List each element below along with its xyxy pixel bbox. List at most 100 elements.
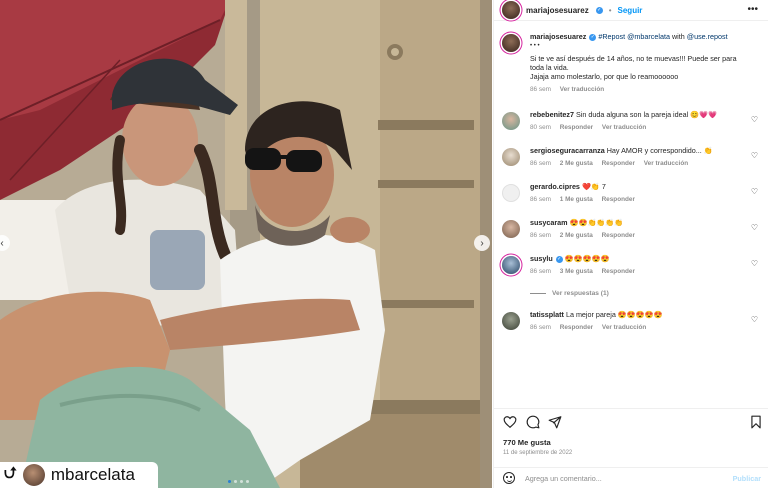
verified-badge-icon: ✓	[555, 255, 563, 263]
post-photo[interactable]: ‹ › ⮍ mbarcelata	[0, 0, 492, 488]
comment-time: 86 sem	[530, 268, 551, 275]
comment-text: 😍😍😍😍😍	[564, 254, 610, 263]
reply-button[interactable]: Responder	[602, 160, 635, 167]
carousel-dots	[228, 480, 249, 483]
comment-body: susylu ✓ 😍😍😍😍😍 86 sem 3 Me gusta Respond…	[530, 254, 752, 276]
comment-username[interactable]: sergioseguracarranza	[530, 146, 605, 155]
caption-meta: 86 sem Ver traducción	[530, 85, 752, 94]
comment-meta: 86 sem 3 Me gusta Responder	[530, 267, 752, 276]
carousel-dot	[246, 480, 249, 483]
comment-avatar[interactable]	[502, 256, 520, 274]
view-replies-label: Ver respuestas (1)	[552, 290, 609, 297]
reply-button[interactable]: Responder	[560, 324, 593, 331]
comment-body: rebebenitez7 Sin duda alguna son la pare…	[530, 110, 752, 132]
comment-text: Hay AMOR y correspondido... 👏	[606, 146, 713, 155]
comment-input[interactable]	[525, 473, 715, 483]
post-header: mariajosesuarez ✓ • Seguir •••	[494, 0, 768, 21]
comment-text: ❤️👏 7	[581, 182, 606, 191]
author-avatar[interactable]	[502, 1, 520, 19]
like-comment-heart-icon[interactable]: ♡	[751, 115, 758, 124]
comment-item: sergioseguracarranza Hay AMOR y correspo…	[502, 146, 764, 178]
carousel-dot-active	[228, 480, 231, 483]
caption-mention-1[interactable]: @mbarcelata	[627, 32, 670, 41]
more-options-icon[interactable]: •••	[747, 4, 758, 15]
caption-body: mariajosesuarez ✓ #Repost @mbarcelata wi…	[530, 32, 752, 94]
share-send-icon[interactable]	[548, 415, 562, 429]
comment-body: gerardo.cipres ❤️👏 7 86 sem 1 Me gusta R…	[530, 182, 752, 204]
comment-item: susycaram 😍😍👏👏👏👏 86 sem 2 Me gusta Respo…	[502, 218, 764, 250]
post-actions: 770 Me gusta 11 de septiembre de 2022	[494, 408, 768, 463]
comments-list[interactable]: mariajosesuarez ✓ #Repost @mbarcelata wi…	[494, 26, 768, 408]
repost-icon: ⮍	[4, 464, 17, 482]
reply-button[interactable]: Responder	[602, 196, 635, 203]
likes-count[interactable]: 770 Me gusta	[503, 438, 551, 447]
comment-username[interactable]: susycaram	[530, 218, 568, 227]
follow-button[interactable]: Seguir	[618, 6, 643, 15]
like-comment-heart-icon[interactable]: ♡	[751, 223, 758, 232]
like-comment-heart-icon[interactable]: ♡	[751, 259, 758, 268]
post-side-panel: mariajosesuarez ✓ • Seguir ••• mariajose…	[493, 0, 768, 488]
comment-username[interactable]: gerardo.cipres	[530, 182, 580, 191]
comment-avatar[interactable]	[502, 220, 520, 238]
comment-time: 80 sem	[530, 124, 551, 131]
caption-avatar[interactable]	[502, 34, 520, 52]
comment-text: La mejor pareja 😍😍😍😍😍	[565, 310, 663, 319]
caption-username[interactable]: mariajosesuarez	[530, 32, 586, 41]
verified-badge-icon: ✓	[589, 33, 597, 41]
comment-meta: 86 sem 2 Me gusta Responder Ver traducci…	[530, 159, 752, 168]
like-comment-heart-icon[interactable]: ♡	[751, 315, 758, 324]
caption: mariajosesuarez ✓ #Repost @mbarcelata wi…	[502, 32, 764, 102]
translate-button[interactable]: Ver traducción	[602, 124, 646, 131]
comment-time: 86 sem	[530, 232, 551, 239]
view-replies-button[interactable]: Ver respuestas (1)	[530, 290, 609, 297]
comment-item: rebebenitez7 Sin duda alguna son la pare…	[502, 110, 764, 142]
photo-illustration	[0, 0, 492, 488]
caption-ellipsis: • • •	[530, 43, 540, 49]
caption-mention-2[interactable]: @use.repost	[687, 32, 728, 41]
comment-bubble-icon[interactable]	[526, 415, 540, 429]
comment-body: tatissplatt La mejor pareja 😍😍😍😍😍 86 sem…	[530, 310, 752, 332]
comment-meta: 80 sem Responder Ver traducción	[530, 123, 752, 132]
comment-body: susycaram 😍😍👏👏👏👏 86 sem 2 Me gusta Respo…	[530, 218, 752, 240]
caption-translate[interactable]: Ver traducción	[560, 86, 604, 93]
comment-username[interactable]: rebebenitez7	[530, 110, 574, 119]
verified-badge-icon: ✓	[595, 6, 603, 14]
next-image-arrow-icon[interactable]: ›	[474, 235, 490, 251]
comment-likes[interactable]: 2 Me gusta	[560, 160, 593, 167]
comment-avatar[interactable]	[502, 184, 520, 202]
repost-overlay: ⮍ mbarcelata	[0, 462, 158, 488]
comment-text: Sin duda alguna son la pareja ideal 😊💗💗	[575, 110, 718, 119]
caption-line-1: Si te ve así después de 14 años, no te m…	[530, 54, 737, 72]
like-heart-icon[interactable]	[503, 415, 517, 429]
add-comment-bar: Publicar	[494, 467, 768, 488]
translate-button[interactable]: Ver traducción	[602, 324, 646, 331]
emoji-icon[interactable]	[503, 472, 515, 484]
comment-body: sergioseguracarranza Hay AMOR y correspo…	[530, 146, 752, 168]
author-username[interactable]: mariajosesuarez	[526, 6, 589, 15]
like-comment-heart-icon[interactable]: ♡	[751, 187, 758, 196]
comment-item: tatissplatt La mejor pareja 😍😍😍😍😍 86 sem…	[502, 310, 764, 342]
comment-username[interactable]: tatissplatt	[530, 310, 564, 319]
reply-button[interactable]: Responder	[560, 124, 593, 131]
publish-button[interactable]: Publicar	[733, 474, 761, 483]
comment-likes[interactable]: 1 Me gusta	[560, 196, 593, 203]
carousel-dot	[234, 480, 237, 483]
translate-button[interactable]: Ver traducción	[644, 160, 688, 167]
comment-likes[interactable]: 2 Me gusta	[560, 232, 593, 239]
comment-avatar[interactable]	[502, 112, 520, 130]
comment-avatar[interactable]	[502, 312, 520, 330]
comment-meta: 86 sem 2 Me gusta Responder	[530, 231, 752, 240]
comment-likes[interactable]: 3 Me gusta	[560, 268, 593, 275]
caption-repost-tag[interactable]: #Repost	[598, 32, 625, 41]
comment-meta: 86 sem 1 Me gusta Responder	[530, 195, 752, 204]
save-bookmark-icon[interactable]	[749, 415, 763, 429]
comment-avatar[interactable]	[502, 148, 520, 166]
reply-button[interactable]: Responder	[602, 268, 635, 275]
reply-button[interactable]: Responder	[602, 232, 635, 239]
comment-meta: 86 sem Responder Ver traducción	[530, 323, 752, 332]
caption-with-word: with	[671, 32, 685, 41]
comment-username[interactable]: susylu	[530, 254, 553, 263]
comment-time: 86 sem	[530, 196, 551, 203]
caption-line-2: Jajaja amo molestarlo, por que lo reamoo…	[530, 72, 679, 81]
like-comment-heart-icon[interactable]: ♡	[751, 151, 758, 160]
